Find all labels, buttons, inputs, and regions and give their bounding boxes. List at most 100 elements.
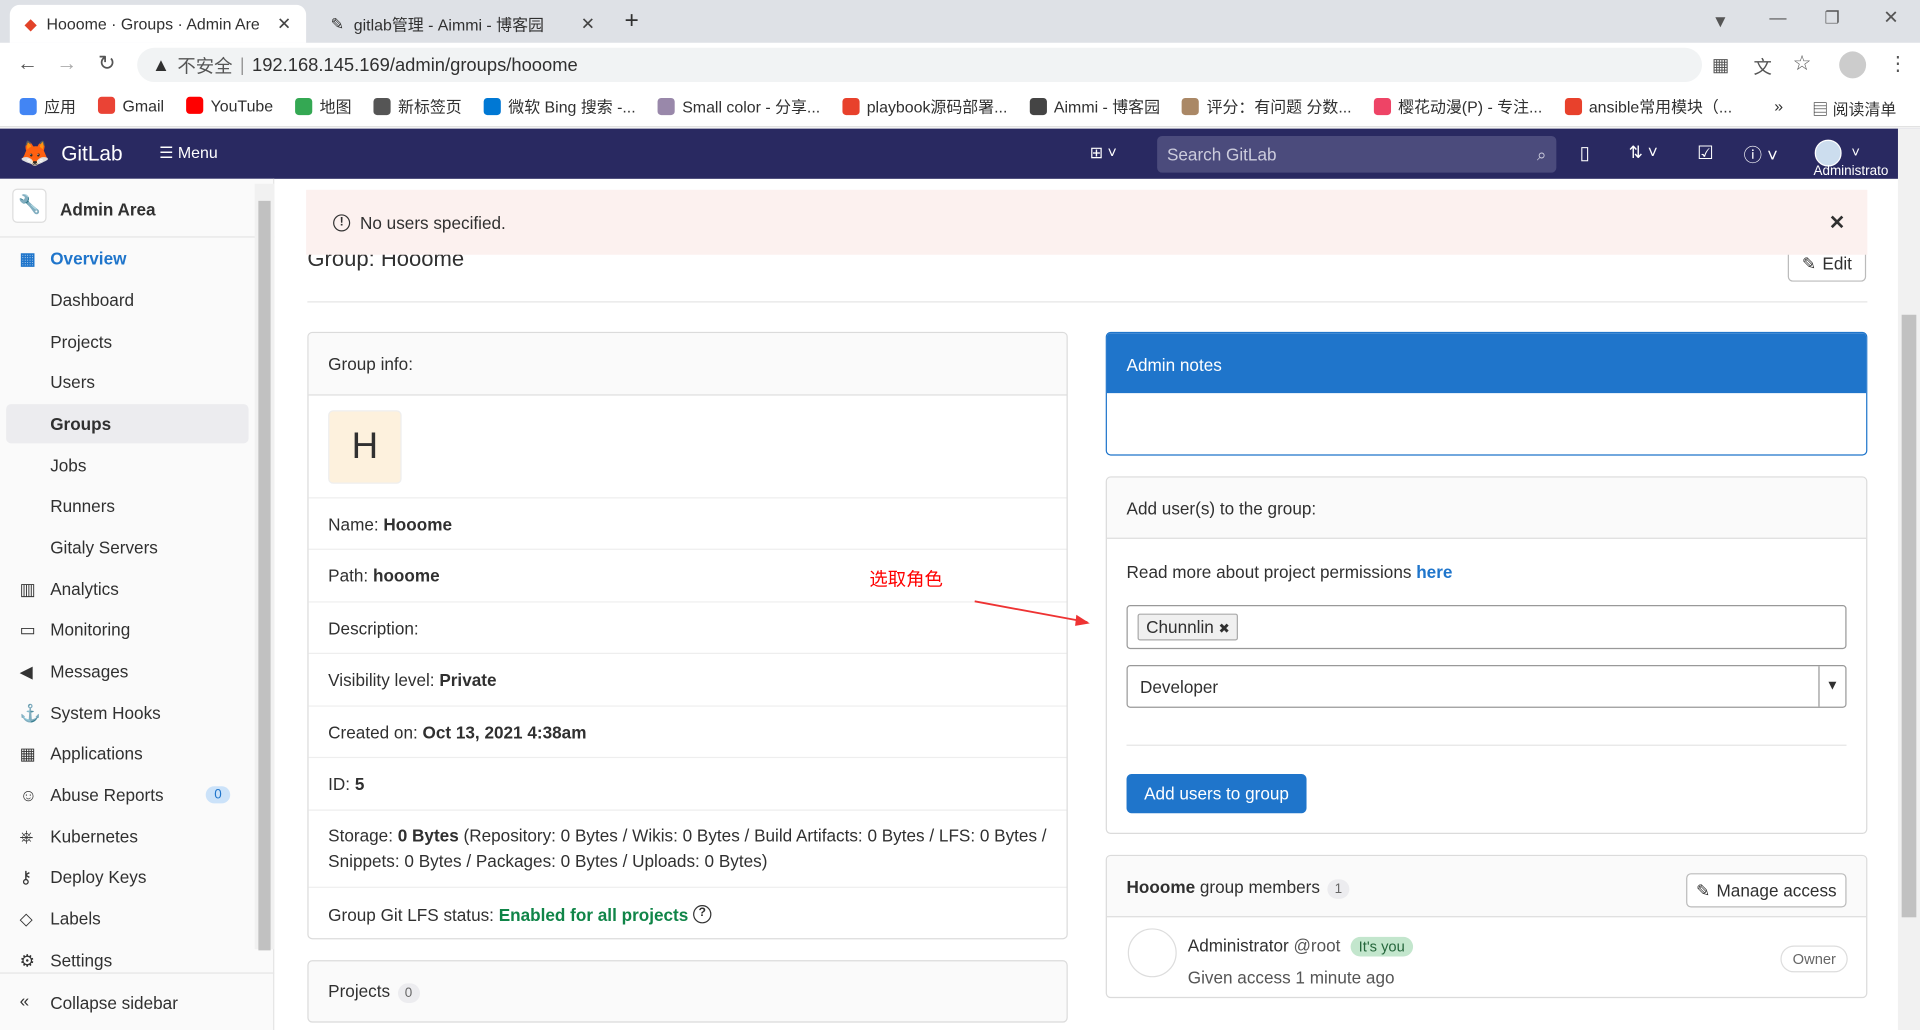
bookmarks-bar: 应用 Gmail YouTube 地图 新标签页 微软 Bing 搜索 -... Small… [0,85,1920,128]
sidebar-item-overview[interactable]: ▦ Overview [0,239,250,278]
collapse-sidebar-button[interactable]: «Collapse sidebar [0,972,275,1030]
new-tab-button[interactable]: + [624,7,638,35]
bookmark-item[interactable]: 评分：有问题 分数... [1182,94,1352,117]
bookmark-item[interactable]: Aimmi - 博客园 [1029,94,1160,117]
sidebar-item-system-hooks[interactable]: ⚓ System Hooks [0,693,250,732]
help-icon[interactable]: ⓘ ˅ [1744,142,1778,168]
sidebar-item-messages[interactable]: ◀ Messages [0,652,250,691]
help-circle-icon[interactable]: ? [693,905,712,924]
translate-icon[interactable]: 文 [1753,54,1771,80]
close-tab-icon[interactable]: ✕ [581,13,595,34]
gitlab-logo-icon[interactable]: 🦊 [20,138,50,169]
sidebar-item-users[interactable]: Users [0,363,250,402]
issues-icon[interactable]: ▯ [1580,142,1590,164]
member-name[interactable]: Administrator [1188,936,1289,956]
permissions-text: Read more about project permissions here [1126,562,1453,582]
star-icon[interactable]: ☆ [1793,51,1812,75]
bookmark-item[interactable]: Small color - 分享... [657,94,820,117]
sidebar-item-deploy-keys[interactable]: ⚷ Deploy Keys [0,857,250,896]
sidebar-scrollbar[interactable] [254,183,275,951]
permissions-link[interactable]: here [1416,562,1452,582]
sidebar-item-analytics[interactable]: ▥ Analytics [0,569,250,608]
sidebar-item-gitaly-servers[interactable]: Gitaly Servers [0,528,250,567]
sidebar-title[interactable]: Admin Area [60,200,156,220]
close-window-button[interactable]: ✕ [1883,6,1898,28]
hamburger-icon: ☰ [159,143,178,162]
member-row: Administrator @root It's you [1188,936,1414,957]
forward-icon[interactable]: → [56,51,77,75]
restore-button[interactable]: ❐ [1824,7,1839,28]
gear-icon: ⚙ [19,949,35,970]
user-name: Administrato [1813,164,1889,179]
bookmark-item[interactable]: 樱花动漫(P) - 专注... [1373,94,1542,117]
user-dropdown-icon[interactable]: ˅ [1851,143,1860,160]
user-avatar[interactable] [1814,139,1842,167]
info-lfs: Group Git LFS status: Enabled for all pr… [308,886,1067,938]
bookmark-icon [97,96,116,114]
add-users-button[interactable]: Add users to group [1126,774,1307,814]
new-dropdown-icon[interactable]: ⊞ ˅ [1090,143,1117,163]
sidebar-item-dashboard[interactable]: Dashboard [0,280,250,319]
users-select-input[interactable]: Chunnlin ✖ [1126,605,1847,650]
sidebar-item-projects[interactable]: Projects [0,322,250,361]
close-alert-icon[interactable]: ✕ [1829,210,1845,234]
key-icon: ⚷ [19,866,33,887]
gitlab-brand[interactable]: GitLab [61,142,122,166]
tab-search-icon[interactable]: ▼ [1712,11,1729,31]
add-users-card: Add user(s) to the group: Read more abou… [1105,476,1868,835]
bookmark-item[interactable]: playbook源码部署... [842,94,1007,117]
minimize-button[interactable]: — [1769,7,1786,27]
bookmark-icon [842,97,860,116]
bookmark-item[interactable]: 应用 [19,94,76,117]
bookmark-item[interactable]: YouTube [186,96,273,115]
reading-list-icon: ▤ [1812,100,1833,119]
bookmark-item[interactable]: ansible常用模块（... [1564,94,1732,117]
close-tab-icon[interactable]: ✕ [277,13,291,34]
menu-button[interactable]: ☰ Menu [159,143,218,163]
edit-icon: ✎ [1801,252,1817,273]
bookmark-item[interactable]: 地图 [295,94,352,117]
bookmark-item[interactable]: 新标签页 [373,94,462,117]
projects-card: Projects 0 [307,960,1068,1023]
address-bar[interactable]: ▲ 不安全 | 192.168.145.169/admin/groups/hooome [137,47,1703,83]
sidebar-item-labels[interactable]: ◇ Labels [0,899,250,938]
browser-tab[interactable]: ✎ gitlab管理 - Aimmi - 博客园 ✕ [316,5,610,43]
sidebar-item-applications[interactable]: ▦ Applications [0,734,250,773]
alert-banner: ! No users specified. ✕ [306,189,1868,255]
sidebar-item-kubernetes[interactable]: ⎈ Kubernetes [0,817,250,856]
browser-menu-icon[interactable]: ⋮ [1888,51,1908,75]
role-select[interactable]: Developer ▼ [1126,665,1847,708]
browser-tab-active[interactable]: ◆ Hooome · Groups · Admin Are ✕ [9,4,307,43]
member-avatar [1127,928,1177,978]
bookmark-item[interactable]: Gmail [97,96,164,115]
info-visibility: Visibility level: Private [308,652,1067,706]
more-bookmarks[interactable]: » [1774,97,1783,115]
bookmark-icon [19,97,37,116]
manage-access-button[interactable]: ✎ Manage access [1686,873,1847,908]
sidebar-item-runners[interactable]: Runners [0,486,250,525]
todos-icon[interactable]: ☑ [1697,142,1713,164]
bookmark-item[interactable]: 微软 Bing 搜索 -... [483,94,636,117]
search-input[interactable]: Search GitLab ⌕ [1157,135,1557,173]
back-icon[interactable]: ← [17,51,38,75]
bookmark-icon [373,97,391,116]
sidebar-item-settings[interactable]: ⚙ Settings [0,941,250,980]
chevron-down-icon: ▼ [1818,666,1845,707]
sidebar-item-monitoring[interactable]: ▭ Monitoring [0,610,250,649]
profile-avatar[interactable] [1839,51,1867,79]
merge-requests-icon[interactable]: ⇅ ˅ [1629,142,1658,163]
reading-list[interactable]: ▤ 阅读清单 [1812,97,1896,120]
qr-icon[interactable]: ▦ [1712,54,1729,76]
page-scrollbar[interactable] [1897,128,1920,1030]
bookmark-icon [1182,97,1200,116]
sidebar-item-abuse-reports[interactable]: ☺ Abuse Reports 0 [0,775,250,814]
sidebar-item-jobs[interactable]: Jobs [0,446,250,485]
sidebar-item-groups[interactable]: Groups [6,404,249,444]
info-name: Name: Hooome [308,497,1067,548]
bookmark-icon [1373,97,1391,116]
remove-token-icon[interactable]: ✖ [1219,622,1230,637]
reload-icon[interactable]: ↻ [98,51,115,75]
wrench-icon: 🔧 [12,188,47,223]
info-id: ID: 5 [308,756,1067,810]
group-info-header: Group info: [308,333,1067,395]
